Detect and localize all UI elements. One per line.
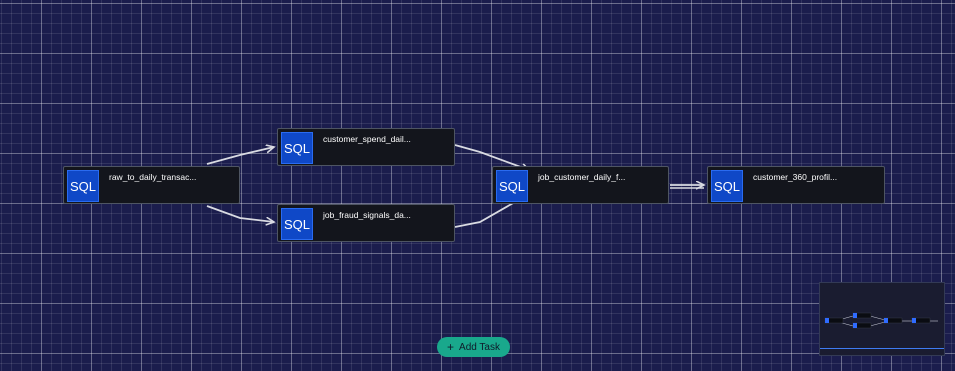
edge-n1-n3 xyxy=(206,205,274,222)
task-node-job-fraud-signals[interactable]: SQL job_fraud_signals_da... xyxy=(277,204,455,242)
sql-icon: SQL xyxy=(281,208,313,240)
sql-icon: SQL xyxy=(496,170,528,202)
task-node-customer-360-profile[interactable]: SQL customer_360_profil... xyxy=(707,166,885,204)
minimap[interactable] xyxy=(819,282,945,356)
task-node-label: job_fraud_signals_da... xyxy=(323,210,411,220)
minimap-viewport-indicator xyxy=(820,347,944,349)
add-task-button[interactable]: + Add Task xyxy=(437,337,510,357)
task-node-label: customer_spend_dail... xyxy=(323,134,411,144)
dag-canvas[interactable]: SQL raw_to_daily_transac... SQL customer… xyxy=(0,0,955,371)
plus-icon: + xyxy=(447,340,455,354)
task-node-label: raw_to_daily_transac... xyxy=(109,172,197,182)
add-task-label: Add Task xyxy=(459,341,500,353)
task-node-label: customer_360_profil... xyxy=(753,172,838,182)
sql-icon: SQL xyxy=(67,170,99,202)
task-node-job-customer-daily[interactable]: SQL job_customer_daily_f... xyxy=(492,166,669,204)
minimap-graph xyxy=(824,312,938,329)
sql-icon: SQL xyxy=(281,132,313,164)
task-node-customer-spend-daily[interactable]: SQL customer_spend_dail... xyxy=(277,128,455,166)
edge-n1-n2 xyxy=(206,147,274,165)
task-node-label: job_customer_daily_f... xyxy=(538,172,626,182)
sql-icon: SQL xyxy=(711,170,743,202)
task-node-raw-to-daily-transactions[interactable]: SQL raw_to_daily_transac... xyxy=(63,166,240,204)
